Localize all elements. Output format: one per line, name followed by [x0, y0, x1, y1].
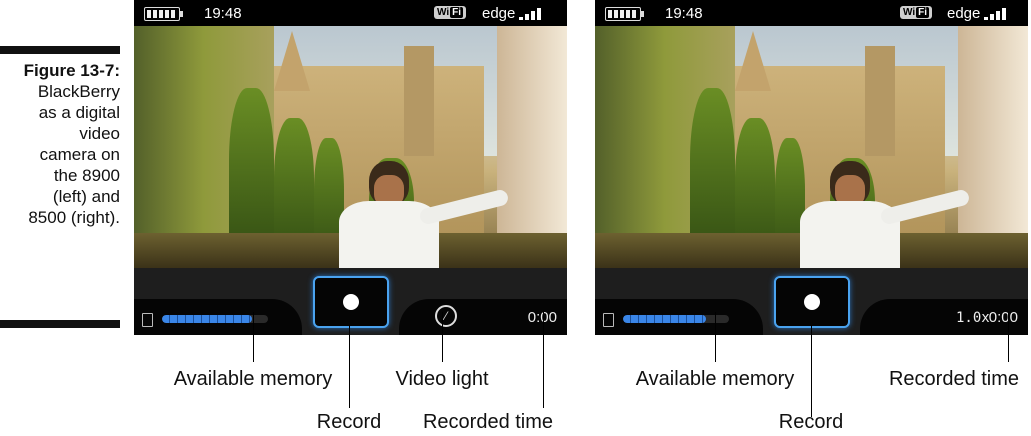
- subject-person: [790, 161, 971, 268]
- signal-strength-icon: [984, 6, 1012, 20]
- battery-icon: [605, 7, 644, 21]
- callout-available-memory: Available memory: [635, 368, 795, 390]
- record-button[interactable]: [774, 276, 850, 328]
- memory-fill: [162, 315, 253, 323]
- status-bar: 19:48 Wi Fi edge: [134, 0, 567, 26]
- wifi-icon: Wi Fi: [900, 6, 933, 19]
- callout-line-recorded-time: [543, 312, 544, 408]
- camera-viewfinder: [595, 26, 1028, 268]
- recorded-time: 0:00: [988, 309, 1018, 326]
- sd-card-icon: [142, 313, 153, 327]
- network-label: edge: [947, 5, 981, 22]
- callout-line-memory: [715, 312, 716, 362]
- figure-caption: Figure 13-7: BlackBerry as a digital vid…: [0, 60, 120, 228]
- status-time: 19:48: [204, 5, 242, 22]
- status-bar: 19:48 Wi Fi edge: [595, 0, 1028, 26]
- caption-text: BlackBerry as a digital video camera on …: [28, 82, 120, 227]
- camera-screen-8900: 19:48 Wi Fi edge ⁄: [134, 0, 567, 335]
- callout-video-light: Video light: [395, 368, 489, 390]
- time-panel: ⁄ 0:00: [399, 299, 567, 335]
- wifi-icon: Wi Fi: [434, 6, 467, 19]
- flash-off-icon[interactable]: ⁄: [435, 305, 457, 327]
- signal-strength-icon: [519, 6, 547, 20]
- callout-record: Record: [778, 411, 844, 433]
- zoom-level: 1.0x: [956, 310, 990, 326]
- callout-recorded-time: Recorded time: [888, 368, 1020, 390]
- time-panel: 1.0x 0:00: [860, 299, 1028, 335]
- callout-record: Record: [316, 411, 382, 433]
- record-dot-icon: [804, 294, 820, 310]
- status-time: 19:48: [665, 5, 703, 22]
- record-dot-icon: [343, 294, 359, 310]
- memory-fill: [623, 315, 706, 323]
- subject-person: [329, 161, 510, 268]
- camera-viewfinder: [134, 26, 567, 268]
- callout-available-memory: Available memory: [173, 368, 333, 390]
- camera-controls: ⁄ 0:00: [134, 268, 567, 335]
- camera-screen-8500: 19:48 Wi Fi edge 1.0x 0:00: [595, 0, 1028, 335]
- network-label: edge: [482, 5, 516, 22]
- record-button[interactable]: [313, 276, 389, 328]
- figure-number: Figure 13-7:: [23, 61, 120, 80]
- caption-bottom-rule: [0, 320, 120, 328]
- callout-line-recorded-time: [1008, 312, 1009, 362]
- callout-line-video-light: [442, 312, 443, 362]
- memory-panel: [595, 299, 763, 335]
- memory-panel: [134, 299, 302, 335]
- available-memory-bar: [623, 315, 729, 323]
- callout-line-record: [811, 325, 812, 417]
- caption-top-rule: [0, 46, 120, 54]
- callout-line-memory: [253, 312, 254, 362]
- battery-icon: [144, 7, 183, 21]
- callout-recorded-time: Recorded time: [422, 411, 554, 433]
- sd-card-icon: [603, 313, 614, 327]
- callout-line-record: [349, 325, 350, 408]
